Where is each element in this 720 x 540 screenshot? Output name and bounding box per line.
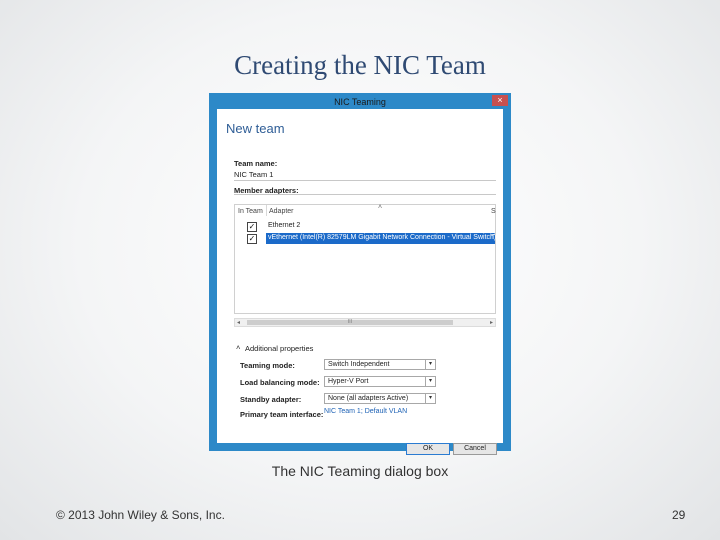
cancel-button[interactable]: Cancel xyxy=(453,443,497,455)
ok-button[interactable]: OK xyxy=(406,443,450,455)
column-header-in-team[interactable]: In Team xyxy=(238,208,263,215)
adapter-name: Ethernet 2 xyxy=(268,222,301,229)
table-row[interactable]: ✓ Ethernet 2 xyxy=(235,221,495,232)
section-divider xyxy=(234,194,496,195)
load-balancing-mode-select[interactable]: Hyper-V Port ▾ xyxy=(324,376,436,387)
scroll-right-icon[interactable]: ▸ xyxy=(490,319,493,327)
adapter-name: vEthernet (Intel(R) 82579LM Gigabit Netw… xyxy=(268,234,497,241)
teaming-mode-label: Teaming mode: xyxy=(240,361,295,370)
figure-caption: The NIC Teaming dialog box xyxy=(271,463,449,479)
adapter-extra-column: T xyxy=(491,234,496,241)
teaming-mode-select[interactable]: Switch Independent ▾ xyxy=(324,359,436,370)
table-row[interactable]: ✓ vEthernet (Intel(R) 82579LM Gigabit Ne… xyxy=(235,233,497,244)
primary-team-interface-link[interactable]: NIC Team 1; Default VLAN xyxy=(324,408,407,415)
teaming-mode-value: Switch Independent xyxy=(328,361,390,368)
column-divider xyxy=(266,205,267,216)
dialog-heading: New team xyxy=(226,121,285,136)
additional-properties-toggle-icon[interactable]: ˄ xyxy=(236,343,240,352)
slide-title: Creating the NIC Team xyxy=(234,50,486,80)
column-header-truncated: S xyxy=(491,208,496,215)
standby-adapter-select[interactable]: None (all adapters Active) ▾ xyxy=(324,393,436,404)
load-balancing-mode-value: Hyper-V Port xyxy=(328,378,369,385)
scroll-left-icon[interactable]: ◂ xyxy=(237,319,240,327)
member-adapters-table: In Team Adapter ˄ S ✓ Ethernet 2 ✓ vEthe… xyxy=(234,204,496,314)
chevron-down-icon[interactable]: ▾ xyxy=(425,360,435,369)
chevron-down-icon[interactable]: ▾ xyxy=(425,394,435,403)
team-name-input[interactable]: NIC Team 1 xyxy=(234,169,496,181)
horizontal-scrollbar[interactable]: ◂ III ▸ xyxy=(234,318,496,327)
sort-ascending-icon: ˄ xyxy=(378,204,383,211)
scrollbar-thumb[interactable]: III xyxy=(247,320,453,325)
close-icon[interactable]: × xyxy=(492,95,508,106)
additional-properties-toggle[interactable]: Additional properties xyxy=(245,344,313,353)
footer-copyright: © 2013 John Wiley & Sons, Inc. xyxy=(56,508,225,522)
standby-adapter-value: None (all adapters Active) xyxy=(328,395,409,402)
column-header-adapter[interactable]: Adapter xyxy=(269,208,294,215)
in-team-checkbox[interactable]: ✓ xyxy=(247,222,257,232)
nic-teaming-dialog: NIC Teaming × New team Team name: NIC Te… xyxy=(209,93,511,455)
team-name-label: Team name: xyxy=(234,159,278,168)
standby-adapter-label: Standby adapter: xyxy=(240,395,302,404)
dialog-title: NIC Teaming xyxy=(334,97,386,107)
dialog-client-area: New team Team name: NIC Team 1 Member ad… xyxy=(217,109,503,455)
page-number: 29 xyxy=(672,508,686,522)
primary-team-interface-label: Primary team interface: xyxy=(240,410,324,419)
in-team-checkbox[interactable]: ✓ xyxy=(247,234,257,244)
load-balancing-mode-label: Load balancing mode: xyxy=(240,378,320,387)
chevron-down-icon[interactable]: ▾ xyxy=(425,377,435,386)
